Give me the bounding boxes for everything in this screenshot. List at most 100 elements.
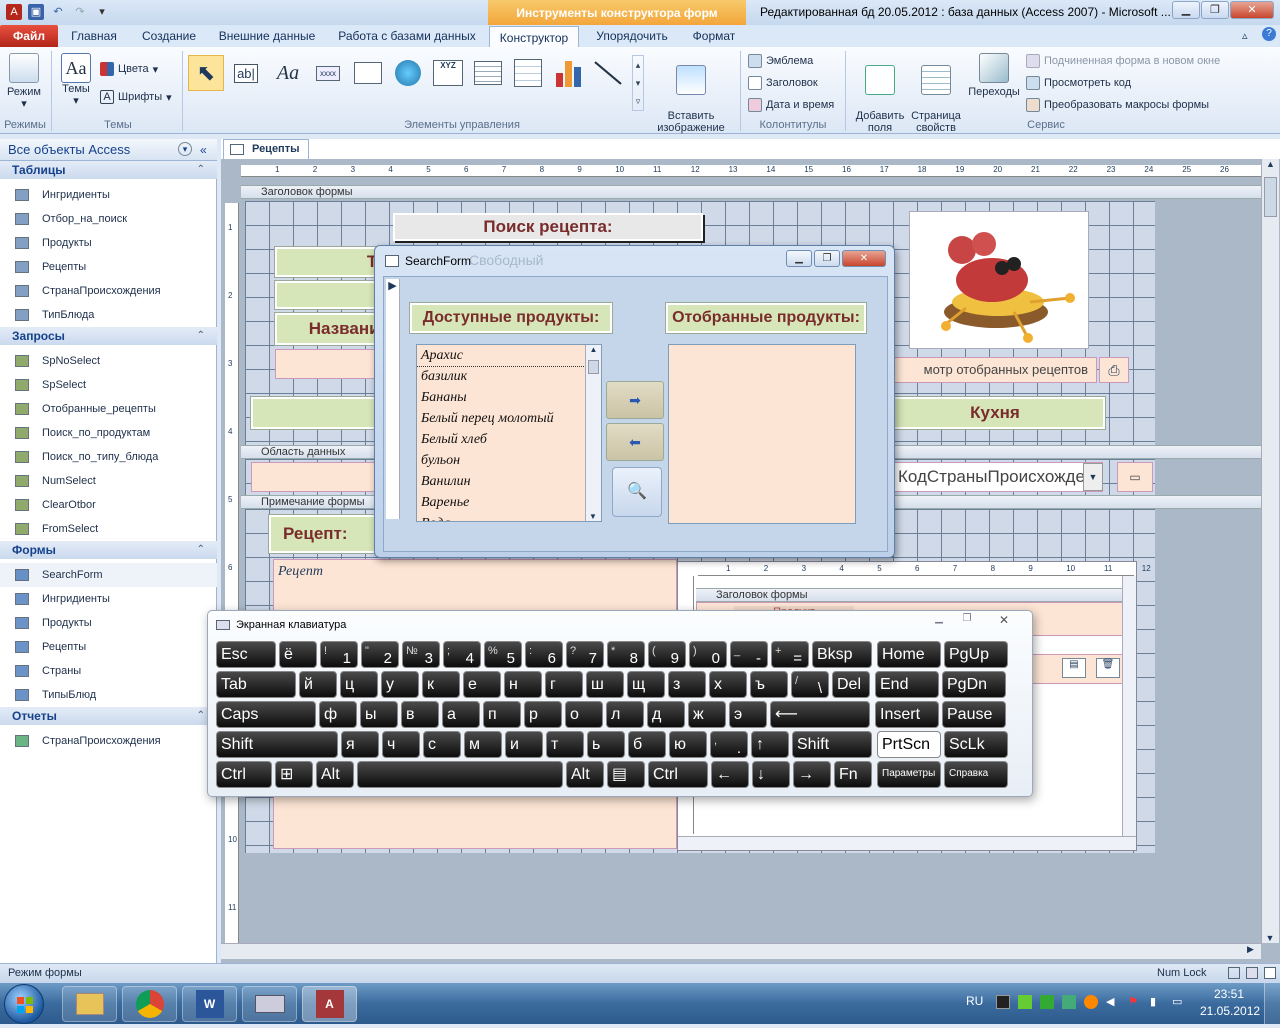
list-scroll-thumb[interactable] bbox=[588, 360, 599, 374]
chevron-up-icon[interactable]: ⌃ bbox=[197, 541, 205, 559]
view-mode-button[interactable]: Режим ▾ bbox=[4, 53, 44, 110]
key[interactable]: с bbox=[423, 731, 461, 758]
key[interactable]: й bbox=[299, 671, 337, 698]
nav-item[interactable]: SearchForm bbox=[0, 563, 217, 587]
nav-item[interactable]: FromSelect bbox=[0, 517, 217, 541]
convert-macros-button[interactable]: Преобразовать макросы формы bbox=[1026, 95, 1209, 115]
key[interactable]: ш bbox=[586, 671, 624, 698]
country-combo[interactable]: КодСтраныПроисхожде bbox=[893, 462, 1103, 492]
tray-app-icon[interactable] bbox=[996, 995, 1010, 1009]
osk-taskbar-button[interactable] bbox=[242, 986, 297, 1022]
view-code-button[interactable]: Просмотреть код bbox=[1026, 73, 1131, 93]
available-list-scrollbar[interactable]: ▲ ▼ bbox=[585, 345, 601, 521]
key[interactable]: Insert bbox=[875, 701, 939, 728]
design-view-status-icon[interactable] bbox=[1264, 967, 1276, 979]
key[interactable]: Shift bbox=[792, 731, 872, 758]
subform-delete-icon[interactable]: 🗑 bbox=[1096, 658, 1120, 678]
word-taskbar-button[interactable]: W bbox=[182, 986, 237, 1022]
themes-button[interactable]: Aa Темы ▾ bbox=[58, 53, 94, 107]
key[interactable]: (9 bbox=[648, 641, 686, 668]
form-view-status-icon[interactable] bbox=[1228, 967, 1240, 979]
tray-app2-icon[interactable] bbox=[1062, 995, 1076, 1009]
list-item[interactable]: Ванилин bbox=[417, 471, 601, 492]
key[interactable]: ? 7 bbox=[566, 641, 604, 668]
key[interactable]: а bbox=[442, 701, 480, 728]
search-button[interactable]: 🔍 bbox=[612, 467, 662, 517]
list-item[interactable]: Варенье bbox=[417, 492, 601, 513]
nav-item[interactable]: ТипыБлюд bbox=[0, 683, 217, 707]
key[interactable]: ! 1 bbox=[320, 641, 358, 668]
key[interactable]: Home bbox=[877, 641, 941, 668]
key[interactable] bbox=[357, 761, 563, 788]
key[interactable]: ⊞ bbox=[275, 761, 313, 788]
key[interactable]: н bbox=[504, 671, 542, 698]
scroll-right-icon[interactable]: ▶ bbox=[1247, 944, 1254, 955]
chrome-taskbar-button[interactable] bbox=[122, 986, 177, 1022]
list-item[interactable]: Вода bbox=[417, 513, 601, 521]
customize-qat-icon[interactable]: ▾ bbox=[94, 4, 110, 20]
key[interactable]: End bbox=[875, 671, 939, 698]
key[interactable]: ы bbox=[360, 701, 398, 728]
key[interactable]: * 8 bbox=[607, 641, 645, 668]
button-control-icon[interactable]: xxxx bbox=[310, 55, 346, 91]
nav-item[interactable]: СтранаПроисхождения bbox=[0, 729, 217, 753]
record-selector[interactable]: ▶ bbox=[386, 279, 400, 519]
list-item[interactable]: Белый перец молотый bbox=[417, 408, 601, 429]
key[interactable]: о bbox=[565, 701, 603, 728]
subform-vscrollbar[interactable] bbox=[1122, 576, 1136, 836]
key[interactable]: Caps bbox=[216, 701, 316, 728]
print-icon[interactable]: ⎙ bbox=[1099, 357, 1129, 383]
clock-time[interactable]: 23:51 bbox=[1214, 987, 1244, 1001]
key[interactable]: Alt bbox=[316, 761, 354, 788]
key[interactable]: Tab bbox=[216, 671, 296, 698]
action-center-icon[interactable]: ⚑ bbox=[1128, 995, 1142, 1009]
key[interactable]: Ctrl bbox=[648, 761, 708, 788]
redo-icon[interactable]: ↷ bbox=[72, 4, 88, 20]
layout-view-status-icon[interactable] bbox=[1246, 967, 1258, 979]
key[interactable]: / \ bbox=[791, 671, 829, 698]
selected-products-list[interactable] bbox=[668, 344, 856, 524]
column-kitchen-label[interactable]: Кухня bbox=[885, 397, 1105, 429]
start-button[interactable] bbox=[4, 984, 44, 1024]
key[interactable]: Bksp bbox=[812, 641, 872, 668]
key[interactable]: т bbox=[546, 731, 584, 758]
search-title-label[interactable]: Поиск рецепта: bbox=[393, 213, 703, 241]
nav-item[interactable]: SpSelect bbox=[0, 373, 217, 397]
tray-nvidia-icon[interactable] bbox=[1040, 995, 1054, 1009]
key[interactable]: х bbox=[709, 671, 747, 698]
key[interactable]: PgUp bbox=[944, 641, 1008, 668]
remove-product-button[interactable]: ⬅ bbox=[606, 423, 664, 461]
nav-item[interactable]: Отобранные_рецепты bbox=[0, 397, 217, 421]
select-pointer-icon[interactable]: ⬉ bbox=[188, 55, 224, 91]
dialog-maximize-button[interactable]: ❐ bbox=[814, 250, 840, 267]
nav-item[interactable]: Рецепты bbox=[0, 255, 217, 279]
key[interactable]: Fn bbox=[834, 761, 872, 788]
scroll-thumb[interactable] bbox=[1264, 177, 1277, 217]
tab-create[interactable]: Создание bbox=[134, 25, 204, 47]
nav-pane-header[interactable]: Все объекты Access ▾ « bbox=[0, 139, 217, 161]
key[interactable]: _ - bbox=[730, 641, 768, 668]
key[interactable]: р bbox=[524, 701, 562, 728]
key[interactable]: ь bbox=[587, 731, 625, 758]
header-button[interactable]: Заголовок bbox=[748, 73, 818, 93]
minimize-button[interactable]: ▁ bbox=[1172, 1, 1200, 19]
key[interactable]: + = bbox=[771, 641, 809, 668]
nav-section-tables[interactable]: Таблицы ⌃ bbox=[0, 161, 217, 179]
key[interactable]: м bbox=[464, 731, 502, 758]
chevron-up-icon[interactable]: ⌃ bbox=[197, 161, 205, 179]
key[interactable]: я bbox=[341, 731, 379, 758]
on-screen-keyboard-window[interactable]: Экранная клавиатура ▁ ❐ ✕ Esc ё! 1 " 2 № 3; 4% 5… bbox=[207, 610, 1033, 797]
scroll-up-icon[interactable]: ▲ bbox=[1262, 159, 1279, 175]
maximize-button[interactable]: ❐ bbox=[1201, 1, 1229, 19]
horizontal-scrollbar[interactable]: ▶ bbox=[221, 943, 1261, 959]
subform-hscrollbar[interactable] bbox=[678, 836, 1136, 850]
nav-pane-menu-icon[interactable]: ▾ bbox=[178, 142, 192, 156]
undo-icon[interactable]: ↶ bbox=[50, 4, 66, 20]
label-control-icon[interactable]: Aa bbox=[270, 55, 306, 91]
list-item[interactable]: Арахис bbox=[417, 345, 601, 367]
nav-item[interactable]: Рецепты bbox=[0, 635, 217, 659]
key[interactable]: " 2 bbox=[361, 641, 399, 668]
key[interactable]: ч bbox=[382, 731, 420, 758]
key[interactable]: Esc bbox=[216, 641, 276, 668]
list-scroll-down-icon[interactable]: ▼ bbox=[586, 512, 600, 521]
